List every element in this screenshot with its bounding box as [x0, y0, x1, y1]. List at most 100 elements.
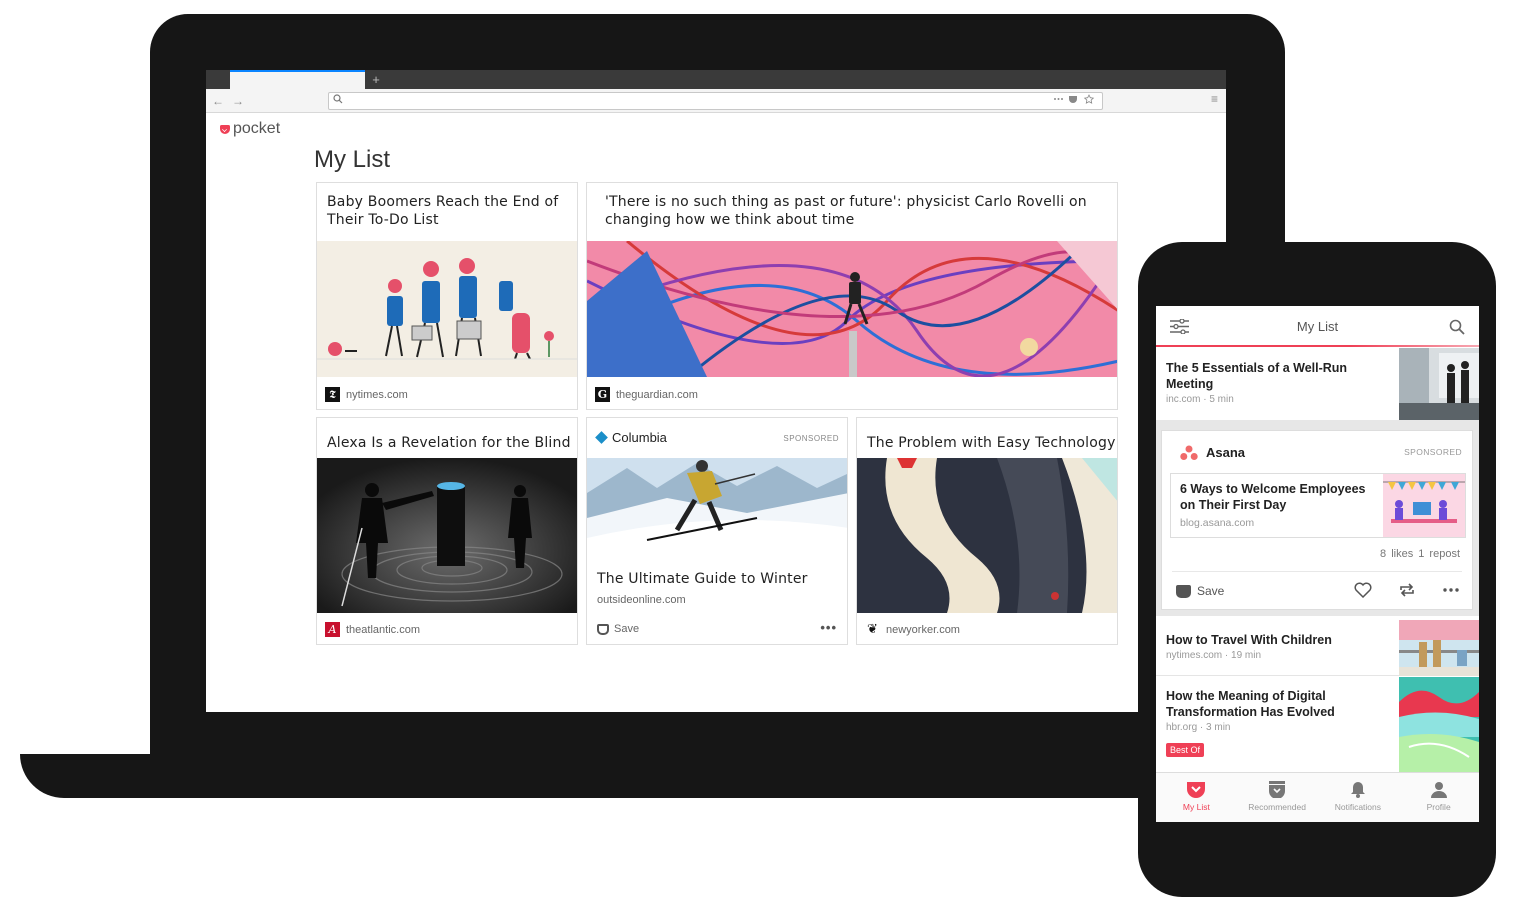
forward-button[interactable]: →	[230, 92, 246, 110]
article-image	[317, 458, 577, 613]
article-image	[317, 241, 577, 377]
article-card[interactable]: The Problem with Easy Technology ❦ newyo…	[856, 417, 1118, 645]
item-meta: nytimes.com · 19 min	[1166, 650, 1262, 661]
article-image	[857, 458, 1117, 613]
save-button[interactable]: Save	[1176, 584, 1224, 598]
tab-label: My List	[1182, 802, 1210, 812]
engagement-count: 8 likes 1 repost	[1380, 548, 1460, 560]
atlantic-favicon-icon: A	[325, 622, 340, 637]
item-meta: inc.com · 5 min	[1166, 394, 1234, 405]
list-item[interactable]: How the Meaning of Digital Transformatio…	[1156, 677, 1479, 772]
search-icon[interactable]	[1449, 319, 1465, 335]
asana-logo-icon	[1180, 445, 1198, 460]
bell-icon	[1350, 782, 1365, 798]
more-options-icon[interactable]	[1442, 582, 1460, 598]
laptop-base	[20, 754, 1170, 798]
item-thumbnail	[1399, 677, 1479, 772]
bottom-tab-bar: My List Recommended Notifications Profil…	[1156, 772, 1479, 822]
best-of-badge: Best Of	[1166, 743, 1205, 757]
item-title[interactable]: How to Travel With Children	[1166, 632, 1366, 648]
page-title: My List	[314, 146, 391, 173]
article-title[interactable]: The Ultimate Guide to Winter	[597, 570, 842, 588]
desktop-screen: + ← → ≡ pocket My List Baby Boomers Reac…	[206, 70, 1226, 712]
article-title[interactable]: 'There is no such thing as past or futur…	[605, 193, 1100, 229]
pocket-save-icon	[597, 623, 609, 635]
tab-notifications[interactable]: Notifications	[1318, 773, 1399, 822]
back-button[interactable]: ←	[210, 92, 226, 110]
pocket-save-icon	[1176, 584, 1191, 598]
card-divider	[1172, 571, 1462, 572]
article-source[interactable]: 𝕿 nytimes.com	[325, 387, 408, 402]
item-thumbnail	[1399, 348, 1479, 420]
sponsored-label: SPONSORED	[783, 434, 839, 443]
sponsored-section: Asana SPONSORED 6 Ways to Welcome Employ…	[1156, 420, 1479, 616]
sponsored-article-source: blog.asana.com	[1180, 517, 1255, 529]
browser-toolbar: ← → ≡	[206, 89, 1226, 113]
sponsored-card[interactable]: Columbia SPONSORED The Ultimate Guide to…	[586, 417, 848, 645]
article-card[interactable]: Alexa Is a Revelation for the Blind A th…	[316, 417, 578, 645]
new-tab-button[interactable]: +	[369, 70, 383, 89]
tab-label: Recommended	[1248, 802, 1306, 812]
profile-icon	[1430, 782, 1447, 798]
item-thumbnail	[1399, 620, 1479, 676]
sponsored-label: SPONSORED	[1404, 447, 1462, 457]
card-actions	[1354, 582, 1460, 598]
article-source[interactable]: outsideonline.com	[597, 594, 686, 606]
article-source[interactable]: G theguardian.com	[595, 387, 698, 402]
browser-tab-active[interactable]	[230, 70, 365, 89]
article-source[interactable]: ❦ newyorker.com	[865, 622, 960, 637]
newyorker-favicon-icon: ❦	[865, 622, 880, 637]
article-image	[587, 458, 847, 558]
url-bar[interactable]	[328, 92, 1103, 110]
sponsor-brand[interactable]: Columbia	[595, 430, 667, 445]
brand-name: Columbia	[612, 430, 667, 445]
pocket-logo[interactable]: pocket	[220, 120, 280, 138]
menu-icon[interactable]: ≡	[1211, 92, 1218, 106]
heart-icon[interactable]	[1354, 582, 1372, 598]
article-image	[587, 241, 1117, 377]
tab-recommended[interactable]: Recommended	[1237, 773, 1318, 822]
sponsored-article-thumbnail	[1383, 474, 1465, 537]
article-title[interactable]: The Problem with Easy Technology	[867, 434, 1117, 452]
source-domain: nytimes.com	[346, 388, 408, 401]
browser-tab-strip: +	[206, 70, 1226, 89]
article-source[interactable]: A theatlantic.com	[325, 622, 420, 637]
tab-label: Notifications	[1334, 802, 1382, 812]
tab-profile[interactable]: Profile	[1398, 773, 1479, 822]
list-item[interactable]: The 5 Essentials of a Well-Run Meeting i…	[1156, 348, 1479, 420]
source-domain: theguardian.com	[616, 388, 698, 401]
sponsor-brand[interactable]: Asana	[1206, 445, 1245, 460]
article-title[interactable]: Alexa Is a Revelation for the Blind	[327, 434, 572, 452]
recommended-icon	[1269, 781, 1286, 798]
tab-my-list[interactable]: My List	[1156, 773, 1237, 822]
header-accent-line	[1156, 345, 1479, 347]
more-options-icon[interactable]: •••	[820, 620, 837, 635]
app-header: My List	[1156, 306, 1479, 347]
article-card[interactable]: Baby Boomers Reach the End of Their To-D…	[316, 182, 578, 410]
item-meta: hbr.org · 3 min	[1166, 722, 1231, 733]
item-title[interactable]: How the Meaning of Digital Transformatio…	[1166, 688, 1366, 720]
pocket-icon	[1187, 782, 1206, 798]
source-domain: outsideonline.com	[597, 594, 686, 606]
page-actions-icon[interactable]	[1053, 94, 1097, 107]
search-icon	[333, 94, 343, 107]
logo-text: pocket	[233, 120, 281, 137]
save-label: Save	[614, 623, 640, 635]
app-title: My List	[1296, 319, 1339, 334]
list-item[interactable]: How to Travel With Children nytimes.com …	[1156, 620, 1479, 676]
guardian-favicon-icon: G	[595, 387, 610, 402]
sponsored-article[interactable]: 6 Ways to Welcome Employees on Their Fir…	[1170, 473, 1466, 538]
source-domain: theatlantic.com	[346, 623, 420, 636]
article-title[interactable]: Baby Boomers Reach the End of Their To-D…	[327, 193, 572, 229]
nytimes-favicon-icon: 𝕿	[325, 387, 340, 402]
tab-label: Profile	[1426, 802, 1451, 812]
sponsored-article-title[interactable]: 6 Ways to Welcome Employees on Their Fir…	[1180, 481, 1375, 513]
sponsored-card[interactable]: Asana SPONSORED 6 Ways to Welcome Employ…	[1161, 430, 1473, 610]
save-button[interactable]: Save	[597, 623, 639, 635]
save-label: Save	[1197, 584, 1225, 598]
item-title[interactable]: The 5 Essentials of a Well-Run Meeting	[1166, 360, 1366, 392]
repost-icon[interactable]	[1398, 582, 1416, 598]
mobile-screen: My List The 5 Essentials of a Well-Run M…	[1156, 306, 1479, 822]
pocket-icon	[220, 124, 230, 134]
article-card[interactable]: 'There is no such thing as past or futur…	[586, 182, 1118, 410]
